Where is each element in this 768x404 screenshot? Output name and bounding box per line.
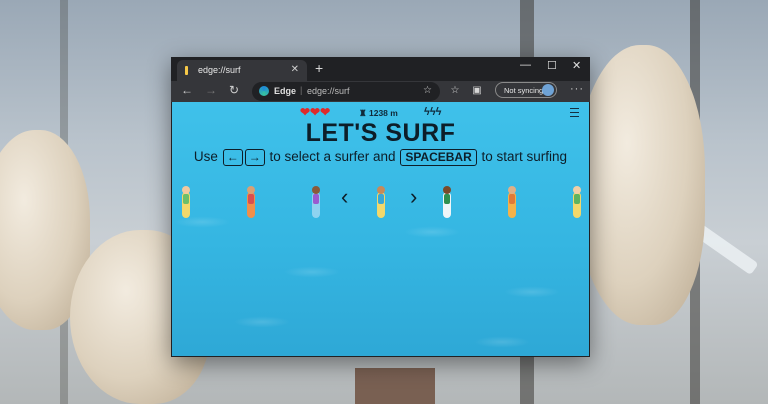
surfer-option[interactable] — [440, 186, 454, 218]
game-menu-icon[interactable] — [570, 108, 579, 117]
sync-button[interactable]: Not syncing — [495, 82, 557, 98]
tab-favicon-icon — [185, 66, 188, 75]
surfer-option[interactable] — [309, 186, 323, 218]
left-arrow-key-icon: ← — [222, 149, 243, 166]
game-instructions: Use ← → to select a surfer and SPACEBAR t… — [172, 149, 589, 166]
instr-end: to start surfing — [481, 149, 568, 164]
close-window-button[interactable]: ✕ — [572, 59, 581, 72]
select-next-surfer-button[interactable]: › — [410, 186, 417, 208]
wolf-right — [575, 45, 705, 325]
game-title: LET'S SURF — [305, 119, 456, 147]
refresh-button[interactable]: ↻ — [229, 83, 239, 97]
hearts-icon: ❤❤❤ — [300, 105, 331, 119]
maximize-button[interactable]: ☐ — [547, 59, 557, 72]
surfer-option[interactable] — [570, 186, 584, 218]
forward-button[interactable]: → — [205, 83, 217, 97]
tab-title: edge://surf — [198, 65, 241, 75]
surf-game-viewport[interactable]: ❤❤❤ ♜ 1238 m ϟϟϟ LET'S SURF Use ← → to se… — [172, 102, 589, 356]
profile-avatar-icon — [542, 84, 554, 96]
select-prev-surfer-button[interactable]: ‹ — [341, 186, 348, 208]
distance-value: 1238 m — [369, 108, 398, 118]
minimize-button[interactable]: — — [520, 59, 531, 71]
back-button[interactable]: ← — [181, 83, 193, 97]
surfer-option[interactable] — [374, 186, 388, 218]
hud-lives: ❤❤❤ — [300, 106, 330, 120]
address-separator: | — [300, 85, 303, 95]
settings-menu-button[interactable]: ··· — [570, 83, 584, 95]
browser-window: edge://surf ✕ + — ☐ ✕ ← → ↻ Edge | edge:… — [171, 57, 590, 357]
surfer-option[interactable] — [505, 186, 519, 218]
lightning-icon: ϟϟϟ — [424, 106, 442, 118]
favorites-icon[interactable]: ☆ — [449, 85, 461, 97]
surfer-option[interactable] — [179, 186, 193, 218]
tab-surf[interactable]: edge://surf ✕ — [177, 60, 307, 81]
right-arrow-key-icon: → — [244, 149, 265, 166]
title-bar: edge://surf ✕ + — ☐ ✕ — [171, 57, 590, 81]
address-site-label: Edge — [274, 86, 297, 96]
surfer-option[interactable] — [244, 186, 258, 218]
browser-toolbar: ← → ↻ Edge | edge://surf ☆ ☆ ▣ Not synci… — [171, 81, 590, 102]
hud-boosts: ϟϟϟ — [424, 106, 441, 120]
address-url: edge://surf — [307, 86, 350, 96]
edge-logo-icon — [259, 86, 269, 96]
tab-close-icon[interactable]: ✕ — [291, 64, 299, 75]
castle-icon: ♜ — [359, 108, 367, 118]
new-tab-button[interactable]: + — [315, 60, 323, 76]
favorite-star-icon[interactable]: ☆ — [423, 85, 432, 96]
collections-icon[interactable]: ▣ — [471, 85, 483, 97]
instr-middle: to select a surfer and — [269, 149, 396, 164]
spacebar-key-icon: SPACEBAR — [400, 149, 477, 166]
instr-use: Use — [193, 149, 218, 164]
address-bar[interactable]: Edge | edge://surf ☆ — [252, 82, 440, 101]
sync-label: Not syncing — [504, 86, 544, 95]
